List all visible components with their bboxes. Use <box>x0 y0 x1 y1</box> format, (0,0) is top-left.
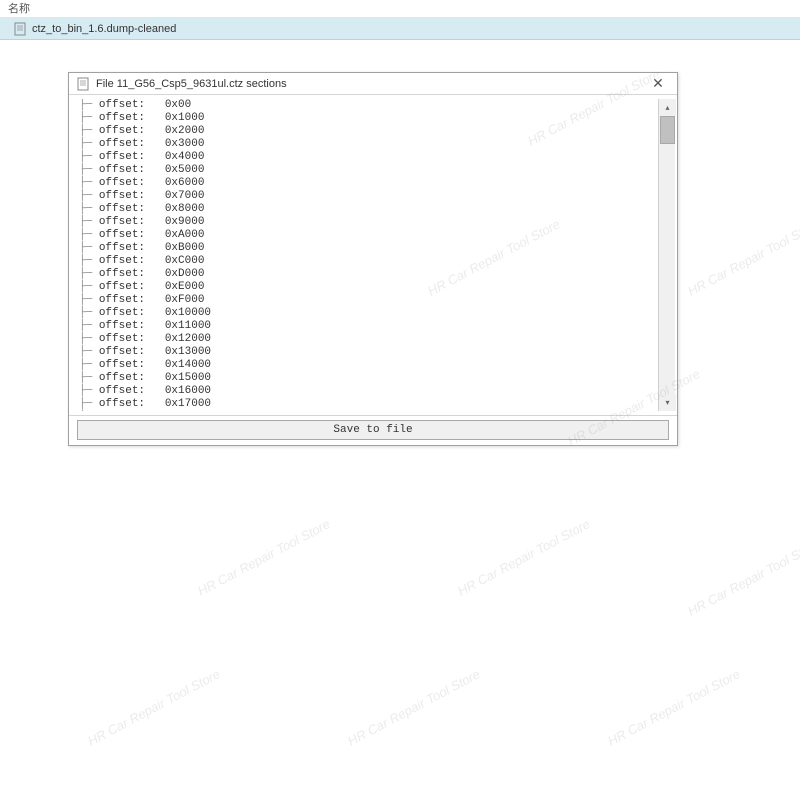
document-icon <box>14 22 28 36</box>
watermark: HR Car Repair Tool Store <box>685 536 800 619</box>
tree-row[interactable]: ├─ offset: 0xB000 <box>79 242 658 255</box>
tab-bar: ctz_to_bin_1.6.dump-cleaned <box>0 18 800 40</box>
watermark: HR Car Repair Tool Store <box>85 666 222 749</box>
column-header-label: 名称 <box>8 3 30 15</box>
close-icon: ✕ <box>652 75 664 92</box>
tree-row[interactable]: ├─ offset: 0x2000 <box>79 125 658 138</box>
dialog-titlebar: File 11_G56_Csp5_9631ul.ctz sections ✕ <box>69 73 677 95</box>
tab-label[interactable]: ctz_to_bin_1.6.dump-cleaned <box>32 23 176 35</box>
tree-row[interactable]: ├─ offset: 0x3000 <box>79 138 658 151</box>
dialog-body: ├─ offset: 0x00├─ offset: 0x1000├─ offse… <box>69 95 677 415</box>
tree-row[interactable]: ├─ offset: 0x14000 <box>79 359 658 372</box>
watermark: HR Car Repair Tool Store <box>605 666 742 749</box>
tree-row[interactable]: ├─ offset: 0x13000 <box>79 346 658 359</box>
sections-dialog: File 11_G56_Csp5_9631ul.ctz sections ✕ ├… <box>68 72 678 446</box>
scroll-up-button[interactable]: ▴ <box>659 99 676 116</box>
document-icon <box>77 77 91 91</box>
tree-row[interactable]: ├─ offset: 0x6000 <box>79 177 658 190</box>
tree-row[interactable]: ├─ offset: 0x00 <box>79 99 658 112</box>
tree-row[interactable]: ├─ offset: 0x1000 <box>79 112 658 125</box>
tree-row[interactable]: ├─ offset: 0x8000 <box>79 203 658 216</box>
tree-row[interactable]: ├─ offset: 0x7000 <box>79 190 658 203</box>
tree-row[interactable]: ├─ offset: 0x9000 <box>79 216 658 229</box>
tree-row[interactable]: ├─ offset: 0x10000 <box>79 307 658 320</box>
scroll-thumb[interactable] <box>660 116 675 144</box>
tree-row[interactable]: ├─ offset: 0x11000 <box>79 320 658 333</box>
watermark: HR Car Repair Tool Store <box>345 666 482 749</box>
tree-row[interactable]: ├─ offset: 0x16000 <box>79 385 658 398</box>
tree-row[interactable]: ├─ offset: 0xD000 <box>79 268 658 281</box>
tree-row[interactable]: ├─ offset: 0x12000 <box>79 333 658 346</box>
dialog-title: File 11_G56_Csp5_9631ul.ctz sections <box>96 78 643 90</box>
save-to-file-button[interactable]: Save to file <box>77 420 669 440</box>
column-header: 名称 <box>0 0 800 18</box>
close-button[interactable]: ✕ <box>643 75 673 93</box>
tree-row[interactable]: ├─ offset: 0xA000 <box>79 229 658 242</box>
watermark: HR Car Repair Tool Store <box>195 516 332 599</box>
vertical-scrollbar[interactable]: ▴ ▾ <box>658 99 675 411</box>
watermark: HR Car Repair Tool Store <box>455 516 592 599</box>
tree-row[interactable]: ├─ offset: 0xE000 <box>79 281 658 294</box>
watermark: HR Car Repair Tool Store <box>685 216 800 299</box>
tree-row[interactable]: ├─ offset: 0x17000 <box>79 398 658 411</box>
tree-row[interactable]: ├─ offset: 0xC000 <box>79 255 658 268</box>
offset-tree[interactable]: ├─ offset: 0x00├─ offset: 0x1000├─ offse… <box>77 99 658 411</box>
tree-row[interactable]: ├─ offset: 0x4000 <box>79 151 658 164</box>
tree-row[interactable]: ├─ offset: 0x5000 <box>79 164 658 177</box>
tree-row[interactable]: ├─ offset: 0x15000 <box>79 372 658 385</box>
scroll-down-button[interactable]: ▾ <box>659 394 676 411</box>
dialog-footer: Save to file <box>69 415 677 443</box>
tree-row[interactable]: ├─ offset: 0xF000 <box>79 294 658 307</box>
